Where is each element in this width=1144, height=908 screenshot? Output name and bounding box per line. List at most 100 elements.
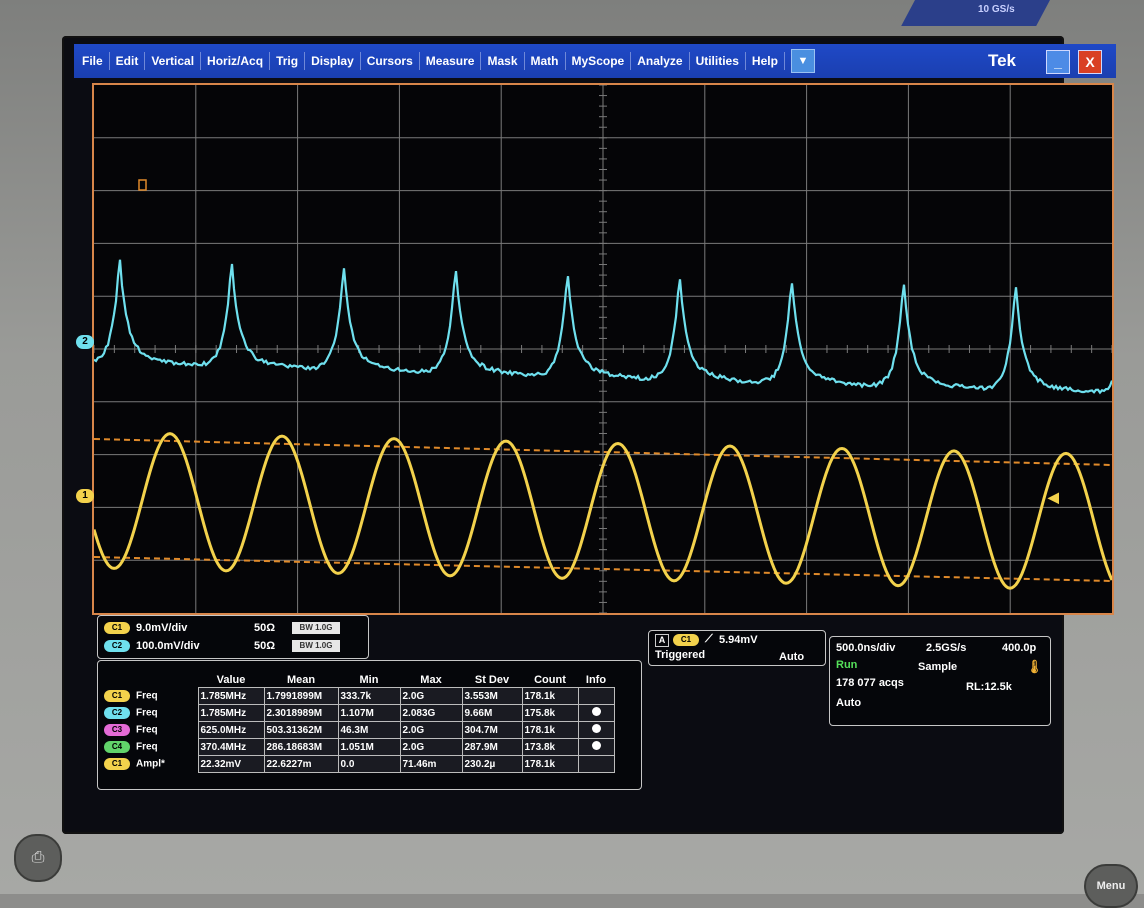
brand-badge [901, 0, 1050, 26]
minimize-button[interactable]: _ [1046, 50, 1070, 74]
ch2-ground-marker[interactable]: 2 [76, 335, 94, 349]
measurement-info [578, 756, 614, 773]
menu-help[interactable]: Help [746, 52, 785, 70]
hardware-menu-button[interactable]: Menu [1084, 864, 1138, 908]
time-resolution: 400.0p [1002, 642, 1036, 654]
measurement-info [578, 705, 614, 722]
header-count: Count [522, 672, 578, 688]
measurement-mean: 503.31362M [264, 722, 338, 739]
ch1-ground-marker[interactable]: 1 [76, 489, 94, 503]
menu-myscope[interactable]: MyScope [566, 52, 632, 70]
info-icon[interactable] [592, 741, 601, 750]
record-length: RL:12.5k [966, 681, 1012, 693]
info-icon[interactable] [592, 707, 601, 716]
menu-display[interactable]: Display [305, 52, 361, 70]
acquisition-mode: Sample [918, 661, 957, 673]
ch2-settings[interactable]: C2 100.0mV/div 50Ω BW 1.0G [104, 638, 200, 654]
measurement-stdev: 304.7M [462, 722, 522, 739]
header-info: Info [578, 672, 614, 688]
acquisition-panel[interactable]: 500.0ns/div 2.5GS/s 400.0p Run Sample 🌡 … [829, 636, 1051, 726]
header-mean: Mean [264, 672, 338, 688]
menu-cursors[interactable]: Cursors [361, 52, 420, 70]
measurement-min: 1.051M [338, 739, 400, 756]
measurement-max: 2.0G [400, 739, 462, 756]
measurement-value: 1.785MHz [198, 705, 264, 722]
table-row[interactable]: C4 Freq 370.4MHz 286.18683M 1.051M 2.0G 287.9M… [102, 739, 614, 756]
close-button[interactable]: X [1078, 50, 1102, 74]
measurement-source-tag: C2 [104, 707, 130, 719]
run-state: Run [836, 659, 857, 671]
menu-file[interactable]: File [76, 52, 110, 70]
ch1-settings[interactable]: C1 9.0mV/div 50Ω BW 1.0G [104, 620, 187, 636]
trigger-state: Triggered [655, 649, 705, 661]
measurement-max: 2.0G [400, 722, 462, 739]
ch2-tag: C2 [104, 640, 130, 652]
menu-horiz-acq[interactable]: Horiz/Acq [201, 52, 270, 70]
acquisition-count: 178 077 acqs [836, 677, 904, 689]
print-button[interactable]: ⎙ [14, 834, 62, 882]
measurement-label: C2 Freq [102, 705, 198, 722]
measurement-count: 173.8k [522, 739, 578, 756]
measurement-min: 0.0 [338, 756, 400, 773]
measurement-mean: 2.3018989M [264, 705, 338, 722]
menu-utilities[interactable]: Utilities [690, 52, 746, 70]
menu-vertical[interactable]: Vertical [145, 52, 201, 70]
waveform-display [94, 85, 1112, 613]
label-column-header [102, 672, 198, 688]
measurement-count: 178.1k [522, 756, 578, 773]
header-value: Value [198, 672, 264, 688]
measurement-max: 2.0G [400, 688, 462, 705]
table-row[interactable]: C1 Freq 1.785MHz 1.7991899M 333.7k 2.0G 3.553M… [102, 688, 614, 705]
measurement-source-tag: C3 [104, 724, 130, 736]
menu-edit[interactable]: Edit [110, 52, 146, 70]
ch2-impedance: 50Ω [254, 640, 275, 652]
menu-measure[interactable]: Measure [420, 52, 482, 70]
trigger-source: C1 [673, 634, 699, 646]
measurement-mean: 22.6227m [264, 756, 338, 773]
measurement-source-tag: C1 [104, 690, 130, 702]
measurement-count: 175.8k [522, 705, 578, 722]
measurement-stdev: 3.553M [462, 688, 522, 705]
table-row[interactable]: C3 Freq 625.0MHz 503.31362M 46.3M 2.0G 304.7M 1… [102, 722, 614, 739]
waveform-graticule[interactable] [92, 83, 1114, 615]
header-max: Max [400, 672, 462, 688]
table-row[interactable]: C1 Ampl* 22.32mV 22.6227m 0.0 71.46m 230.2µ 178… [102, 756, 614, 773]
timebase: 500.0ns/div [836, 642, 895, 654]
measurement-mean: 1.7991899M [264, 688, 338, 705]
measurement-count: 178.1k [522, 688, 578, 705]
measurement-value: 1.785MHz [198, 688, 264, 705]
measurement-min: 333.7k [338, 688, 400, 705]
measurement-max: 71.46m [400, 756, 462, 773]
menu-trig[interactable]: Trig [270, 52, 305, 70]
menu-math[interactable]: Math [525, 52, 566, 70]
measurement-stdev: 230.2µ [462, 756, 522, 773]
measurement-count: 178.1k [522, 722, 578, 739]
thermometer-icon: 🌡 [1026, 659, 1043, 675]
measurement-name: Freq [136, 708, 158, 719]
trigger-level-arrow[interactable]: ◀ [1048, 489, 1059, 506]
menu-dropdown-button[interactable]: ▼ [791, 49, 815, 73]
rising-edge-icon: ⟋ [705, 633, 713, 646]
measurement-label: C1 Ampl* [102, 756, 198, 773]
menu-mask[interactable]: Mask [481, 52, 524, 70]
measurement-label: C4 Freq [102, 739, 198, 756]
trigger-panel[interactable]: A C1 ⟋ 5.94mV Triggered Auto [648, 630, 826, 666]
table-row[interactable]: C2 Freq 1.785MHz 2.3018989M 1.107M 2.083G 9.66… [102, 705, 614, 722]
channel-settings-panel[interactable]: C1 9.0mV/div 50Ω BW 1.0G C2 100.0mV/div … [97, 615, 369, 659]
ch2-scale: 100.0mV/div [136, 640, 200, 652]
measurement-rows: C1 Freq 1.785MHz 1.7991899M 333.7k 2.0G 3.553M… [102, 688, 614, 773]
measurement-name: Freq [136, 725, 158, 736]
measurement-max: 2.083G [400, 705, 462, 722]
measurement-info [578, 739, 614, 756]
measurement-stdev: 9.66M [462, 705, 522, 722]
sample-rate: 2.5GS/s [926, 642, 966, 654]
measurement-value: 625.0MHz [198, 722, 264, 739]
ch1-impedance: 50Ω [254, 622, 275, 634]
info-icon[interactable] [592, 724, 601, 733]
menu-analyze[interactable]: Analyze [631, 52, 689, 70]
measurement-name: Freq [136, 691, 158, 702]
ch2-bandwidth: BW 1.0G [292, 640, 340, 652]
header-stdev: St Dev [462, 672, 522, 688]
trigger-level: 5.94mV [719, 634, 758, 646]
measurement-value: 22.32mV [198, 756, 264, 773]
